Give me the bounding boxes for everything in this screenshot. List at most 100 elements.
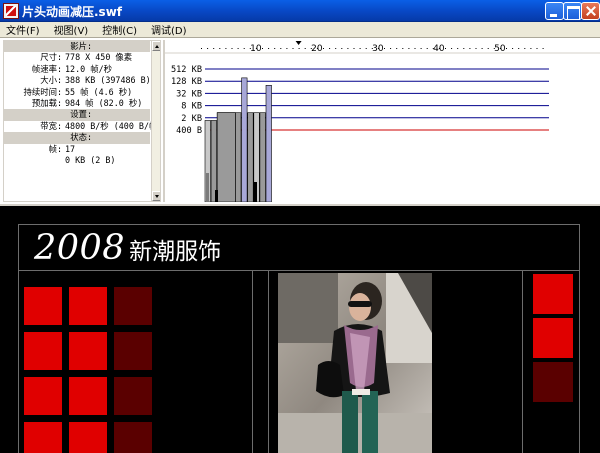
y-axis-label: 512 KB (171, 65, 202, 75)
playhead-marker-icon (295, 41, 302, 45)
info-value: 55 帧 (4.6 秒) (65, 86, 133, 97)
ruler-dot (518, 48, 520, 49)
frame-size-bar (241, 77, 248, 202)
bandwidth-graph[interactable]: 10 20 30 40 50 512 KB 128 KB 32 KB 8 KB 2 KB 400 B (163, 40, 600, 202)
ruler-dot (286, 48, 288, 49)
color-tile (69, 422, 107, 453)
info-row: 持续时间: 55 帧 (4.6 秒) (4, 87, 150, 98)
ruler-dot (207, 48, 209, 49)
ruler-dot (298, 48, 300, 49)
ruler-dot (274, 48, 276, 49)
headline-divider (18, 270, 580, 271)
frame-size-bar (265, 85, 272, 202)
info-section-header: 影片: (4, 41, 150, 53)
ruler-dot (396, 48, 398, 49)
menu-view[interactable]: 视图(V) (48, 22, 97, 37)
color-tile (69, 377, 107, 415)
color-tile (24, 332, 62, 370)
info-key: 持续时间: (23, 86, 62, 97)
ruler-dot (243, 48, 245, 49)
ruler-dot (353, 48, 355, 49)
menu-control[interactable]: 控制(C) (96, 22, 145, 37)
color-tile (114, 422, 152, 453)
color-tile (114, 377, 152, 415)
ruler-dot (213, 48, 215, 49)
ruler-dot (201, 48, 202, 49)
color-tile (69, 332, 107, 370)
ruler-dot (237, 48, 239, 49)
ruler-dot (292, 48, 294, 49)
menu-debug[interactable]: 调试(D) (145, 22, 195, 37)
ruler-dot (225, 48, 227, 49)
ruler-dot (475, 48, 477, 49)
info-section-header: 状态: (4, 132, 150, 144)
color-tile (24, 287, 62, 325)
info-key: 状态: (70, 132, 92, 143)
frame-size-bar-shadow (253, 182, 257, 202)
frame-size-bar (259, 112, 266, 202)
ruler-dot (280, 48, 282, 49)
info-value: 984 帧 (82.0 秒) (65, 97, 143, 108)
ruler-dot (219, 48, 221, 49)
ruler-dot (463, 48, 465, 49)
ruler-dot (426, 48, 428, 49)
photo-left-divider (268, 270, 269, 453)
ruler-dot (335, 48, 337, 49)
info-rows: 影片: 尺寸: 778 X 450 像素 帧速率: 12.0 帧/秒 大小: 388 KB … (4, 41, 160, 166)
frame-size-bar-shadow (215, 190, 218, 202)
color-tile (69, 287, 107, 325)
frame-size-bar-shadow (206, 173, 209, 202)
frame-size-bar (235, 112, 242, 202)
color-tile (533, 274, 573, 314)
ruler-dot (402, 48, 404, 49)
ruler-dot (530, 48, 532, 49)
color-tile (533, 318, 573, 358)
bandwidth-profiler: 影片: 尺寸: 778 X 450 像素 帧速率: 12.0 帧/秒 大小: 388 KB … (0, 37, 600, 204)
frame-size-bar (210, 120, 217, 202)
scroll-up-arrow-icon[interactable] (152, 41, 160, 51)
flash-movie-stage: 2008 新潮服饰 (0, 204, 600, 453)
flash-app-icon[interactable] (3, 3, 19, 19)
minimize-button[interactable] (545, 2, 564, 20)
scroll-down-arrow-icon[interactable] (152, 191, 160, 201)
ruler-dot (231, 48, 233, 49)
info-value: 778 X 450 像素 (65, 52, 133, 63)
y-axis-label: 32 KB (176, 89, 202, 99)
info-scrollbar[interactable] (151, 41, 160, 201)
info-key: 大小: (40, 75, 62, 86)
window-title: 片头动画减压.swf (22, 5, 123, 19)
ruler-dot (262, 48, 263, 49)
ruler-dot (457, 48, 459, 49)
y-axis-label: 8 KB (181, 102, 202, 112)
ruler-dot (524, 48, 526, 49)
menu-file[interactable]: 文件(F) (0, 22, 48, 37)
maximize-button[interactable] (563, 2, 582, 20)
ruler-dot (469, 48, 471, 49)
close-button[interactable] (581, 2, 600, 20)
ruler-dot (536, 48, 538, 49)
info-row: 尺寸: 778 X 450 像素 (4, 52, 150, 63)
headline-text: 新潮服饰 (129, 239, 222, 265)
info-section-header: 设置: (4, 109, 150, 121)
ruler-dot (365, 48, 367, 49)
title-bar: 片头动画减压.swf (0, 0, 600, 22)
y-axis-label: 400 B (176, 126, 202, 136)
fashion-model-photo (278, 273, 432, 453)
ruler-dot (408, 48, 410, 49)
ruler-dot (487, 48, 489, 49)
bandwidth-graph-svg: 10 20 30 40 50512 KB128 KB32 KB8 KB2 KB400 B (165, 41, 600, 202)
info-key: 帧: (48, 143, 62, 154)
menu-bar: 文件(F) 视图(V) 控制(C) 调试(D) (0, 22, 600, 37)
ruler-dot (451, 48, 453, 49)
info-key: 影片: (70, 41, 92, 51)
y-axis-label: 2 KB (181, 114, 202, 124)
info-key: 设置: (70, 109, 92, 120)
ruler-dot (359, 48, 361, 49)
right-column-divider (522, 270, 523, 453)
ruler-dot (341, 48, 343, 49)
left-column-divider (252, 270, 253, 453)
frame-size-bar (247, 112, 254, 202)
info-row: 0 KB (2 B) (4, 155, 150, 166)
info-row: 带宽: 4800 B/秒 (400 B/帧) (4, 121, 160, 132)
info-key: 预加载: (31, 97, 62, 108)
